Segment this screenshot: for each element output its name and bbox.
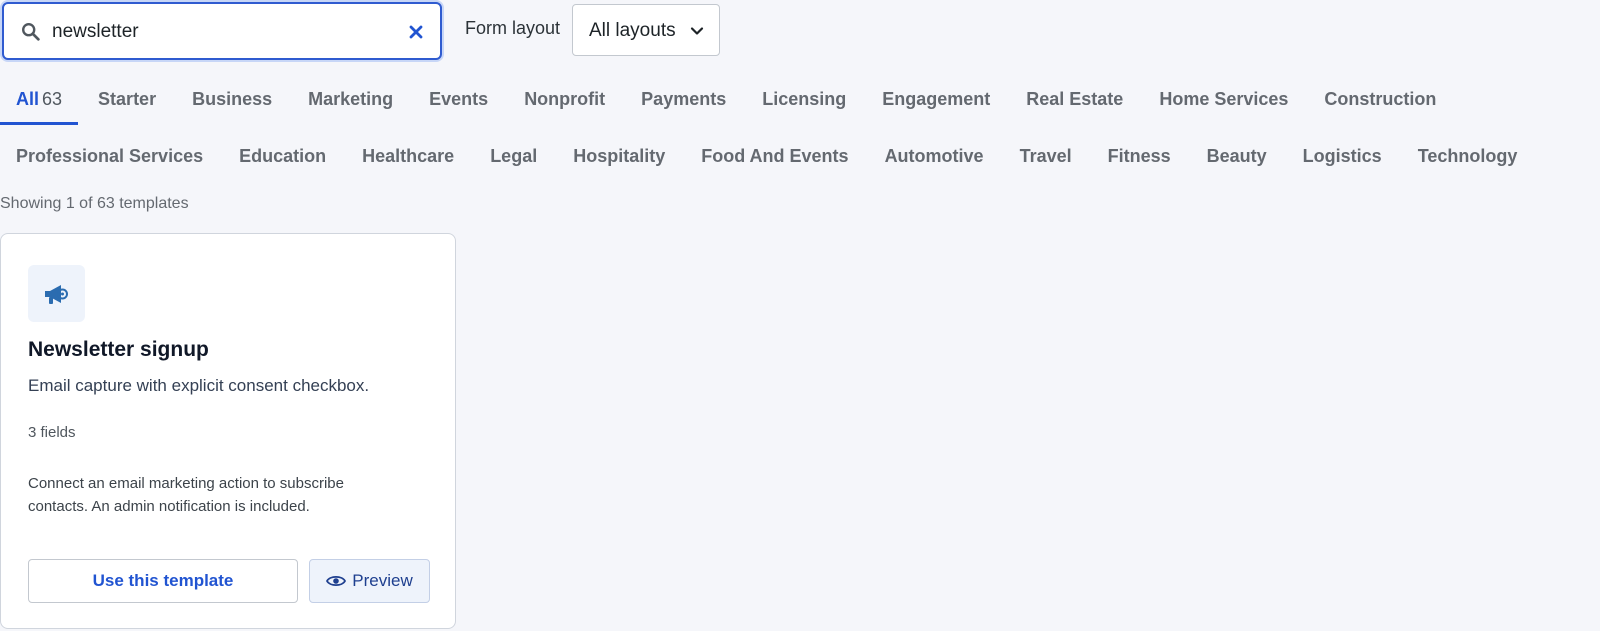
tab-licensing[interactable]: Licensing <box>746 88 862 126</box>
tab-label: Payments <box>641 89 727 109</box>
tab-business[interactable]: Business <box>176 88 288 126</box>
tab-count: 63 <box>42 89 63 109</box>
tab-label: Legal <box>490 146 538 166</box>
tab-label: Logistics <box>1302 146 1382 166</box>
tab-travel[interactable]: Travel <box>1004 145 1088 183</box>
tab-automotive[interactable]: Automotive <box>869 145 1000 183</box>
form-layout-select[interactable]: All layouts <box>572 4 720 56</box>
tab-legal[interactable]: Legal <box>474 145 553 183</box>
tab-home-services[interactable]: Home Services <box>1143 88 1304 126</box>
tab-nonprofit[interactable]: Nonprofit <box>508 88 621 126</box>
tab-label: All <box>16 89 40 109</box>
tab-logistics[interactable]: Logistics <box>1287 145 1398 183</box>
tab-food-and-events[interactable]: Food And Events <box>685 145 864 183</box>
tab-label: Travel <box>1019 146 1072 166</box>
tab-label: Nonprofit <box>524 89 606 109</box>
tab-payments[interactable]: Payments <box>625 88 742 126</box>
close-icon[interactable] <box>406 22 426 42</box>
megaphone-icon <box>45 285 68 304</box>
chevron-down-icon <box>690 27 704 35</box>
tab-label: Healthcare <box>362 146 455 166</box>
tab-label: Food And Events <box>701 146 849 166</box>
tab-label: Events <box>429 89 489 109</box>
tab-professional-services[interactable]: Professional Services <box>0 145 219 183</box>
template-field-count: 3 fields <box>28 424 76 441</box>
form-layout-label: Form layout <box>465 18 561 38</box>
category-tabs-row-1: All 63 Starter Business Marketing Events Nonpr… <box>0 88 1452 128</box>
form-layout-selected-value: All layouts <box>589 20 676 41</box>
tab-label: Fitness <box>1107 146 1171 166</box>
tab-label: Education <box>239 146 327 166</box>
tab-label: Hospitality <box>573 146 666 166</box>
preview-button[interactable]: Preview <box>309 559 430 603</box>
tab-label: Marketing <box>308 89 394 109</box>
tab-label: Starter <box>98 89 157 109</box>
tab-marketing[interactable]: Marketing <box>292 88 409 126</box>
use-template-button[interactable]: Use this template <box>28 559 298 603</box>
tab-label: Professional Services <box>16 146 204 166</box>
search-input[interactable] <box>52 14 392 50</box>
tab-label: Technology <box>1417 146 1518 166</box>
results-summary: Showing 1 of 63 templates <box>0 195 189 212</box>
template-description: Email capture with explicit consent chec… <box>28 376 370 395</box>
tab-starter[interactable]: Starter <box>82 88 172 126</box>
tab-label: Licensing <box>762 89 847 109</box>
tab-education[interactable]: Education <box>223 145 342 183</box>
tab-healthcare[interactable]: Healthcare <box>346 145 470 183</box>
preview-label: Preview <box>352 571 413 590</box>
tab-label: Home Services <box>1159 89 1289 109</box>
template-card: Newsletter signup Email capture with exp… <box>0 233 456 629</box>
tab-events[interactable]: Events <box>413 88 504 126</box>
tab-beauty[interactable]: Beauty <box>1191 145 1283 183</box>
tab-engagement[interactable]: Engagement <box>866 88 1006 126</box>
eye-icon <box>326 575 347 587</box>
tab-label: Business <box>192 89 273 109</box>
tab-hospitality[interactable]: Hospitality <box>557 145 681 183</box>
search-field[interactable] <box>2 2 442 60</box>
tab-construction[interactable]: Construction <box>1308 88 1452 126</box>
tab-real-estate[interactable]: Real Estate <box>1010 88 1139 126</box>
tab-fitness[interactable]: Fitness <box>1092 145 1187 183</box>
tab-label: Real Estate <box>1026 89 1124 109</box>
tab-label: Construction <box>1324 89 1437 109</box>
tab-technology[interactable]: Technology <box>1402 145 1534 183</box>
category-tabs-row-2: Professional Services Education Healthcare… <box>0 145 1533 185</box>
template-icon-tile <box>28 265 85 322</box>
search-icon <box>22 23 40 41</box>
tab-all[interactable]: All 63 <box>0 88 79 125</box>
tab-label: Engagement <box>882 89 991 109</box>
tab-label: Automotive <box>884 146 984 166</box>
template-note: Connect an email marketing action to sub… <box>28 475 344 515</box>
template-title: Newsletter signup <box>28 338 209 361</box>
tab-label: Beauty <box>1206 146 1267 166</box>
